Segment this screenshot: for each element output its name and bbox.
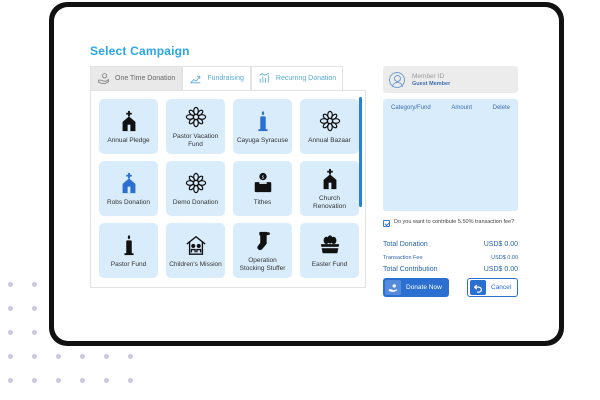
campaign-tile[interactable]: Pastor Vacation Fund xyxy=(166,99,225,154)
campaign-label: Pastor Vacation Fund xyxy=(172,132,219,148)
cancel-button[interactable]: Cancel xyxy=(467,278,518,297)
campaign-tile[interactable]: Easter Fund xyxy=(300,223,359,278)
mandala-icon xyxy=(184,171,208,195)
total-contribution-row: Total Contribution USD$ 0.00 xyxy=(383,266,518,273)
church-icon xyxy=(117,171,141,195)
cancel-label: Cancel xyxy=(491,284,512,291)
campaign-tile[interactable]: Cayuga Syracuse xyxy=(233,99,292,154)
decorative-dot xyxy=(128,378,133,383)
decorative-dot xyxy=(56,378,61,383)
campaign-tile[interactable]: $ Tithes xyxy=(233,161,292,216)
fee-checkbox[interactable] xyxy=(383,220,390,227)
decorative-dot xyxy=(8,354,13,359)
hand-coin-icon xyxy=(98,73,109,84)
transaction-fee-option: Do you want to contribute 5.50% transact… xyxy=(383,219,518,227)
campaign-label: Cayuga Syracuse xyxy=(236,136,289,144)
total-donation-value: USD$ 0.00 xyxy=(483,241,518,248)
decorative-dot xyxy=(80,354,85,359)
tab-label: One Time Donation xyxy=(115,75,176,82)
campaign-tile[interactable]: Annual Bazaar xyxy=(300,99,359,154)
cart-header: Category/Fund Amount Delete xyxy=(383,99,518,111)
decorative-dot xyxy=(128,354,133,359)
donation-type-tabs: One Time Donation Fundraising Recurring … xyxy=(90,66,344,90)
campaign-tile[interactable]: Robs Donation xyxy=(99,161,158,216)
candle-icon xyxy=(117,233,141,257)
column-header-amount: Amount xyxy=(451,105,473,111)
transaction-fee-value: USD$ 0.00 xyxy=(491,255,518,261)
decorative-dot xyxy=(32,330,37,335)
donation-screen: Select Campaign One Time Donation Fundra… xyxy=(54,7,559,341)
column-header-category: Category/Fund xyxy=(391,105,431,111)
church-icon xyxy=(318,167,342,191)
campaign-label: Pastor Fund xyxy=(110,260,147,268)
campaign-label: Tithes xyxy=(253,198,272,206)
donate-now-button[interactable]: Donate Now xyxy=(383,278,449,297)
member-id-box[interactable]: Member ID Guest Member xyxy=(383,66,518,93)
campaign-tile[interactable]: Church Renovation xyxy=(300,161,359,216)
campaign-label: Children's Mission xyxy=(169,260,222,268)
donation-box-icon: $ xyxy=(251,171,275,195)
family-house-icon xyxy=(184,233,208,257)
campaign-panel: Annual Pledge Pastor Vacation Fund Cayuga … xyxy=(90,90,366,288)
donate-hand-icon xyxy=(385,280,401,295)
campaign-label: Annual Pledge xyxy=(107,136,150,144)
decorative-dot xyxy=(32,306,37,311)
campaign-tile[interactable]: Operation Stocking Stuffer xyxy=(233,223,292,278)
transaction-fee-row: Transaction Fee USD$ 0.00 xyxy=(383,255,518,261)
campaign-label: Annual Bazaar xyxy=(308,136,351,144)
decorative-dot xyxy=(104,378,109,383)
column-header-delete: Delete xyxy=(492,105,510,111)
recurring-icon xyxy=(259,72,269,83)
decorative-dot xyxy=(32,354,37,359)
back-arrow-icon xyxy=(470,280,486,295)
tab-label: Fundraising xyxy=(207,75,244,82)
fundraising-icon xyxy=(190,75,201,84)
decorative-dot xyxy=(56,354,61,359)
decorative-dot xyxy=(8,282,13,287)
fee-checkbox-label: Do you want to contribute 5.50% transact… xyxy=(394,219,515,225)
campaign-tile[interactable]: Annual Pledge xyxy=(99,99,158,154)
campaign-tile[interactable]: Children's Mission xyxy=(166,223,225,278)
decorative-dot xyxy=(8,306,13,311)
campaign-label: Demo Donation xyxy=(172,198,219,206)
cart-table: Category/Fund Amount Delete xyxy=(383,99,518,211)
decorative-dot xyxy=(80,378,85,383)
tab-fundraising[interactable]: Fundraising xyxy=(182,66,251,90)
decorative-dot xyxy=(104,354,109,359)
tab-recurring-donation[interactable]: Recurring Donation xyxy=(250,66,344,90)
member-id-value: Guest Member xyxy=(412,80,451,87)
campaign-label: Robs Donation xyxy=(107,198,150,206)
mandala-icon xyxy=(318,109,342,133)
decorative-dot xyxy=(32,378,37,383)
campaign-tile[interactable]: Demo Donation xyxy=(166,161,225,216)
campaign-label: Easter Fund xyxy=(311,260,348,268)
campaign-grid: Annual Pledge Pastor Vacation Fund Cayuga … xyxy=(99,99,359,278)
total-donation-row: Total Donation USD$ 0.00 xyxy=(383,241,518,248)
campaign-tile[interactable]: Pastor Fund xyxy=(99,223,158,278)
decorative-dot xyxy=(32,282,37,287)
tab-one-time-donation[interactable]: One Time Donation xyxy=(90,66,183,90)
campaign-label: Church Renovation xyxy=(313,194,346,210)
stocking-icon xyxy=(251,229,275,253)
total-contribution-value: USD$ 0.00 xyxy=(483,266,518,273)
svg-text:$: $ xyxy=(261,174,264,180)
member-id-label: Member ID xyxy=(412,72,445,80)
decorative-dot xyxy=(8,378,13,383)
user-avatar-icon xyxy=(389,71,405,88)
decorative-dot xyxy=(8,330,13,335)
transaction-fee-label: Transaction Fee xyxy=(383,255,423,261)
campaign-scrollbar[interactable] xyxy=(359,97,362,207)
campaign-label: Operation Stocking Stuffer xyxy=(239,256,286,272)
total-contribution-label: Total Contribution xyxy=(383,266,438,273)
page-title: Select Campaign xyxy=(90,44,190,58)
basket-icon xyxy=(318,233,342,257)
candle-icon xyxy=(251,109,275,133)
church-icon xyxy=(117,109,141,133)
donate-now-label: Donate Now xyxy=(406,284,442,291)
total-donation-label: Total Donation xyxy=(383,241,428,248)
tab-label: Recurring Donation xyxy=(275,75,337,82)
mandala-icon xyxy=(184,105,208,129)
